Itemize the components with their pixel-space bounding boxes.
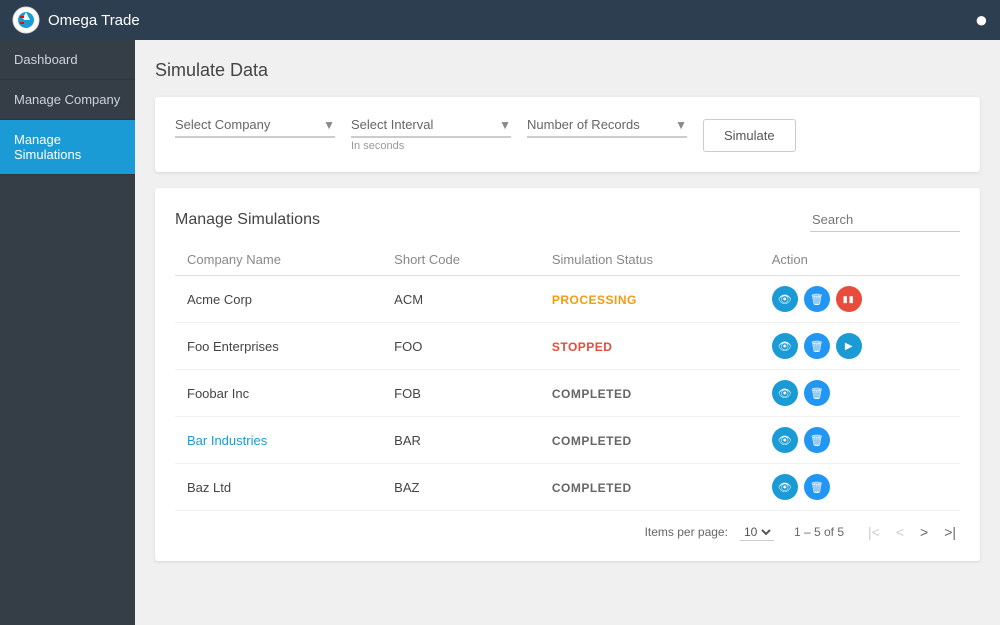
company-select[interactable]: Select Company ▼ [175, 117, 335, 138]
section-header: Manage Simulations [175, 208, 960, 232]
delete-button[interactable]: 🗑 [804, 333, 830, 359]
cell-company-name: Foo Enterprises [175, 323, 382, 370]
sidebar-item-manage-company[interactable]: Manage Company [0, 80, 135, 120]
cell-company-name: Bar Industries [175, 417, 382, 464]
last-page-button[interactable]: >| [940, 523, 960, 541]
cell-short-code: BAZ [382, 464, 540, 511]
records-filter-group: Number of Records ▼ [527, 117, 687, 138]
filter-card: Select Company ▼ Select Interval ▼ In se… [155, 97, 980, 172]
action-icons: 👁🗑 [772, 427, 948, 453]
sidebar-item-manage-simulations[interactable]: Manage Simulations [0, 120, 135, 175]
company-select-label: Select Company [175, 117, 323, 132]
filter-row: Select Company ▼ Select Interval ▼ In se… [175, 117, 960, 152]
company-caret-icon: ▼ [323, 118, 335, 132]
cell-simulation-status: COMPLETED [540, 464, 760, 511]
view-button[interactable]: 👁 [772, 380, 798, 406]
records-select[interactable]: Number of Records ▼ [527, 117, 687, 138]
cell-action: 👁🗑 [760, 370, 960, 417]
delete-button[interactable]: 🗑 [804, 474, 830, 500]
table-row: Bar Industries BAR COMPLETED 👁🗑 [175, 417, 960, 464]
user-icon[interactable]: ● [975, 7, 988, 33]
delete-button[interactable]: 🗑 [804, 380, 830, 406]
view-button[interactable]: 👁 [772, 333, 798, 359]
company-name-link[interactable]: Bar Industries [187, 433, 267, 448]
interval-caret-icon: ▼ [499, 118, 511, 132]
main-content: Simulate Data Select Company ▼ Select In… [135, 40, 1000, 625]
cell-simulation-status: COMPLETED [540, 370, 760, 417]
status-badge: COMPLETED [552, 481, 632, 495]
status-badge: COMPLETED [552, 434, 632, 448]
simulations-table: Company Name Short Code Simulation Statu… [175, 244, 960, 511]
table-body: Acme CorpACMPROCESSING👁🗑▮▮Foo Enterprise… [175, 276, 960, 511]
page-title: Simulate Data [155, 60, 980, 81]
cell-short-code: ACM [382, 276, 540, 323]
cell-short-code: FOB [382, 370, 540, 417]
view-button[interactable]: 👁 [772, 286, 798, 312]
brand: Omega Trade [12, 6, 140, 34]
table-row: Foo EnterprisesFOO STOPPED 👁🗑▶ [175, 323, 960, 370]
table-card: Manage Simulations Company Name Short Co… [155, 188, 980, 561]
action-icons: 👁🗑 [772, 380, 948, 406]
simulate-button[interactable]: Simulate [703, 119, 796, 152]
search-input[interactable] [810, 208, 960, 232]
sidebar-item-dashboard[interactable]: Dashboard [0, 40, 135, 80]
first-page-button[interactable]: |< [864, 523, 884, 541]
view-button[interactable]: 👁 [772, 427, 798, 453]
col-short-code: Short Code [382, 244, 540, 276]
section-title: Manage Simulations [175, 211, 320, 229]
col-company-name: Company Name [175, 244, 382, 276]
sidebar: Dashboard Manage Company Manage Simulati… [0, 40, 135, 625]
cell-simulation-status: STOPPED [540, 323, 760, 370]
cell-short-code: BAR [382, 417, 540, 464]
cell-action: 👁🗑▶ [760, 323, 960, 370]
status-badge: STOPPED [552, 340, 613, 354]
action-icons: 👁🗑▮▮ [772, 286, 948, 312]
pagination-range: 1 – 5 of 5 [794, 525, 844, 539]
records-select-label: Number of Records [527, 117, 675, 132]
interval-select-label: Select Interval [351, 117, 499, 132]
delete-button[interactable]: 🗑 [804, 427, 830, 453]
cell-short-code: FOO [382, 323, 540, 370]
prev-page-button[interactable]: < [892, 523, 908, 541]
next-page-button[interactable]: > [916, 523, 932, 541]
cell-action: 👁🗑 [760, 417, 960, 464]
interval-select[interactable]: Select Interval ▼ [351, 117, 511, 138]
cell-action: 👁🗑▮▮ [760, 276, 960, 323]
cell-simulation-status: PROCESSING [540, 276, 760, 323]
cell-action: 👁🗑 [760, 464, 960, 511]
cell-company-name: Baz Ltd [175, 464, 382, 511]
records-caret-icon: ▼ [675, 118, 687, 132]
status-badge: PROCESSING [552, 293, 637, 307]
interval-filter-group: Select Interval ▼ In seconds [351, 117, 511, 152]
brand-logo-icon [12, 6, 40, 34]
brand-name: Omega Trade [48, 12, 140, 29]
delete-button[interactable]: 🗑 [804, 286, 830, 312]
col-action: Action [760, 244, 960, 276]
interval-hint: In seconds [351, 140, 511, 152]
items-per-page-label: Items per page: [645, 525, 728, 539]
stop-button[interactable]: ▮▮ [836, 286, 862, 312]
cell-company-name: Foobar Inc [175, 370, 382, 417]
view-button[interactable]: 👁 [772, 474, 798, 500]
status-badge: COMPLETED [552, 387, 632, 401]
items-per-page-select[interactable]: 10 25 50 [740, 524, 774, 541]
cell-company-name: Acme Corp [175, 276, 382, 323]
table-row: Baz LtdBAZ COMPLETED 👁🗑 [175, 464, 960, 511]
pagination: Items per page: 10 25 50 1 – 5 of 5 |< <… [175, 523, 960, 541]
play-button[interactable]: ▶ [836, 333, 862, 359]
table-row: Foobar IncFOB COMPLETED 👁🗑 [175, 370, 960, 417]
company-filter-group: Select Company ▼ [175, 117, 335, 138]
col-simulation-status: Simulation Status [540, 244, 760, 276]
action-icons: 👁🗑▶ [772, 333, 948, 359]
table-header: Company Name Short Code Simulation Statu… [175, 244, 960, 276]
table-row: Acme CorpACM PROCESSING 👁🗑▮▮ [175, 276, 960, 323]
top-nav: Omega Trade ● [0, 0, 1000, 40]
action-icons: 👁🗑 [772, 474, 948, 500]
cell-simulation-status: COMPLETED [540, 417, 760, 464]
